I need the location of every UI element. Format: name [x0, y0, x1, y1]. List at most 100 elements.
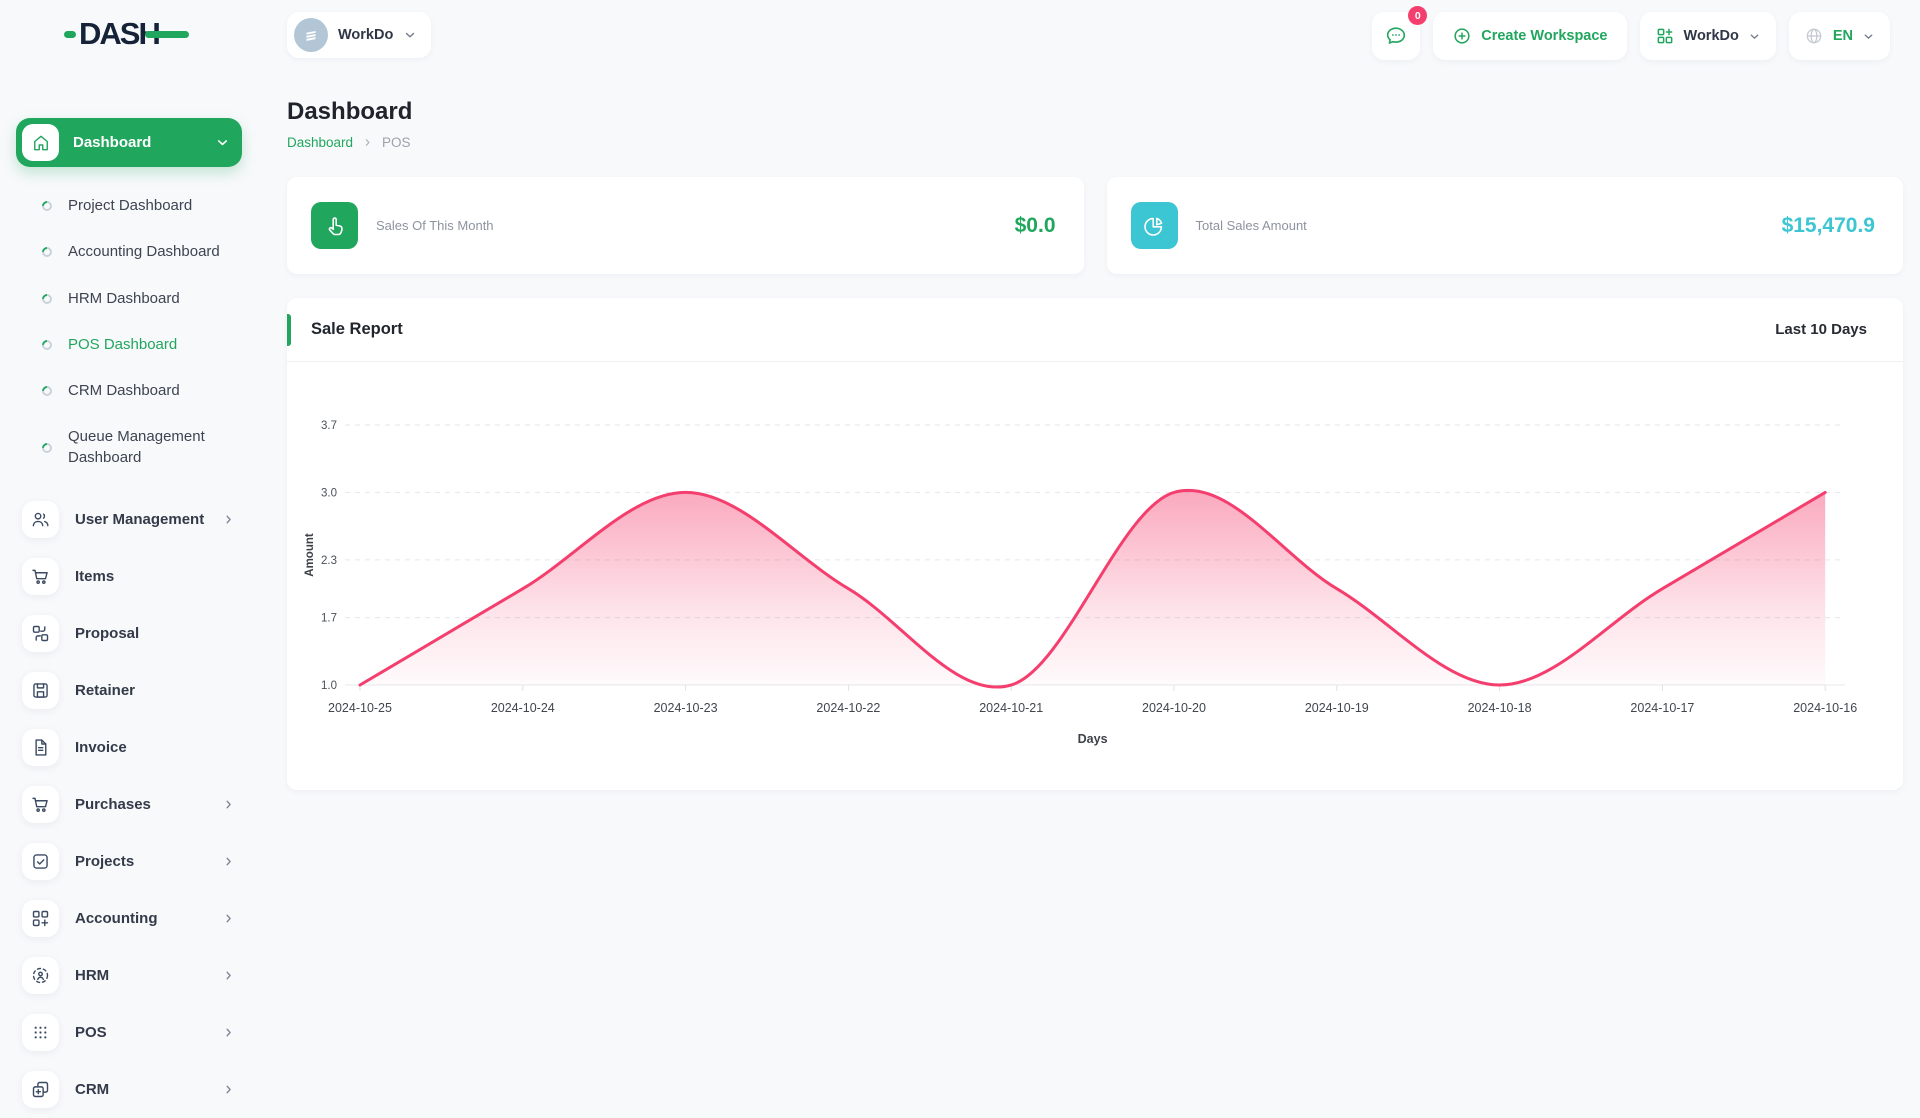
- sidebar-item-label: Items: [75, 568, 265, 585]
- retainer-icon: [22, 672, 59, 709]
- sidebar-subitem-hrm-dashboard[interactable]: HRM Dashboard: [16, 276, 265, 322]
- page-title: Dashboard: [287, 98, 1903, 126]
- language-label: EN: [1833, 28, 1853, 44]
- sidebar-item-projects[interactable]: Projects: [16, 833, 265, 890]
- sidebar-item-proposal[interactable]: Proposal: [16, 605, 265, 662]
- kpi-card-total-sales-amount: Total Sales Amount $15,470.9: [1107, 177, 1904, 274]
- kpi-label: Sales Of This Month: [376, 218, 494, 233]
- sidebar-subitem-accounting-dashboard[interactable]: Accounting Dashboard: [16, 229, 265, 275]
- home-icon: [22, 124, 59, 161]
- sidebar-subitem-project-dashboard[interactable]: Project Dashboard: [16, 183, 265, 229]
- sidebar-item-retainer[interactable]: Retainer: [16, 662, 265, 719]
- notification-badge: 0: [1408, 6, 1427, 25]
- building-icon: [301, 25, 321, 45]
- sidebar-subitem-label: Accounting Dashboard: [68, 242, 228, 262]
- sidebar-item-invoice[interactable]: Invoice: [16, 719, 265, 776]
- y-tick-label: 1.7: [321, 613, 337, 625]
- sidebar-subitem-pos-dashboard[interactable]: POS Dashboard: [16, 322, 265, 368]
- sidebar-subitem-label: CRM Dashboard: [68, 381, 228, 401]
- language-dropdown[interactable]: EN: [1789, 12, 1890, 60]
- sidebar-item-accounting[interactable]: Accounting: [16, 890, 265, 947]
- y-tick-label: 2.3: [321, 555, 337, 567]
- dashboard-submenu: Project Dashboard Accounting Dashboard HRM…: [16, 183, 265, 481]
- sidebar-item-label: Retainer: [75, 682, 265, 699]
- proposal-icon: [22, 615, 59, 652]
- chart-range-label: Last 10 Days: [1775, 321, 1867, 338]
- x-tick-label: 2024-10-22: [816, 701, 880, 715]
- chevron-right-icon: [222, 798, 235, 811]
- sidebar-subitem-queue-management-dashboard[interactable]: Queue Management Dashboard: [16, 414, 265, 481]
- workspace-switcher[interactable]: WorkDo: [287, 12, 431, 58]
- pie-chart-icon: [1131, 202, 1178, 249]
- workspace-avatar: [294, 18, 328, 52]
- kpi-value: $15,470.9: [1782, 214, 1875, 238]
- dots-grid-icon: [22, 1014, 59, 1051]
- sidebar-subitem-label: Queue Management Dashboard: [68, 427, 228, 468]
- workspace-name: WorkDo: [338, 27, 393, 43]
- y-tick-label: 1.0: [321, 680, 337, 692]
- chevron-down-icon: [215, 135, 230, 150]
- chevron-down-icon: [403, 28, 417, 42]
- x-tick-label: 2024-10-16: [1793, 701, 1857, 715]
- chevron-right-icon: [222, 855, 235, 868]
- sidebar: Dashboard Project Dashboard Accounting Da…: [0, 72, 265, 1080]
- donut-bullet-icon: [40, 440, 54, 454]
- card-accent-bar: [287, 314, 291, 346]
- invoice-icon: [22, 729, 59, 766]
- sidebar-item-label: User Management: [75, 511, 206, 528]
- y-tick-label: 3.7: [321, 420, 337, 432]
- y-axis-title: Amount: [304, 533, 316, 577]
- workspace-dropdown[interactable]: WorkDo: [1640, 12, 1776, 60]
- cart-icon: [22, 558, 59, 595]
- grid-plus-icon: [22, 900, 59, 937]
- plus-circle-icon: [1452, 26, 1472, 46]
- logo-dash-accent: [64, 31, 76, 38]
- sidebar-subitem-crm-dashboard[interactable]: CRM Dashboard: [16, 368, 265, 414]
- x-axis-title: Days: [1078, 732, 1108, 746]
- sidebar-item-items[interactable]: Items: [16, 548, 265, 605]
- globe-icon: [1804, 26, 1824, 46]
- chart-title: Sale Report: [311, 320, 403, 339]
- create-workspace-label: Create Workspace: [1481, 28, 1607, 44]
- breadcrumb-dashboard-link[interactable]: Dashboard: [287, 135, 353, 150]
- kpi-card-sales-of-this-month: Sales Of This Month $0.0: [287, 177, 1084, 274]
- y-tick-label: 3.0: [321, 487, 337, 499]
- x-tick-label: 2024-10-17: [1630, 701, 1694, 715]
- crm-icon: [22, 1071, 59, 1108]
- kpi-label: Total Sales Amount: [1196, 218, 1307, 233]
- sidebar-item-hrm[interactable]: HRM: [16, 947, 265, 1004]
- chevron-right-icon: [362, 137, 373, 148]
- sidebar-dashboard-label: Dashboard: [73, 134, 215, 151]
- sidebar-item-label: Projects: [75, 853, 206, 870]
- sale-report-chart[interactable]: 3.73.02.31.71.02024-10-252024-10-242024-…: [287, 362, 1903, 790]
- sidebar-item-crm[interactable]: CRM: [16, 1061, 265, 1118]
- chat-bubble-icon: [1384, 24, 1408, 48]
- workspace-dropdown-label: WorkDo: [1684, 28, 1739, 44]
- sidebar-subitem-label: Project Dashboard: [68, 196, 228, 216]
- messages-button[interactable]: 0: [1372, 12, 1420, 60]
- kpi-cards-row: Sales Of This Month $0.0 Total Sales Amo…: [287, 177, 1903, 274]
- cart-icon: [22, 786, 59, 823]
- sidebar-item-label: Invoice: [75, 739, 265, 756]
- chevron-down-icon: [1748, 30, 1761, 43]
- create-workspace-button[interactable]: Create Workspace: [1433, 12, 1626, 60]
- donut-bullet-icon: [40, 292, 54, 306]
- sidebar-item-dashboard[interactable]: Dashboard: [16, 118, 242, 167]
- x-tick-label: 2024-10-25: [328, 701, 392, 715]
- hand-pointer-icon: [311, 202, 358, 249]
- chevron-right-icon: [222, 912, 235, 925]
- sidebar-item-purchases[interactable]: Purchases: [16, 776, 265, 833]
- sidebar-item-user-management[interactable]: User Management: [16, 491, 265, 548]
- app-logo: DASH: [64, 16, 189, 52]
- chevron-right-icon: [222, 969, 235, 982]
- kpi-value: $0.0: [1015, 214, 1056, 238]
- top-bar: DASH WorkDo 0 Create Workspace WorkDo: [0, 0, 1920, 72]
- chevron-right-icon: [222, 1083, 235, 1096]
- logo-dash-accent-2: [145, 31, 189, 38]
- x-tick-label: 2024-10-20: [1142, 701, 1206, 715]
- breadcrumb-current: POS: [382, 135, 411, 150]
- sidebar-subitem-label: POS Dashboard: [68, 335, 228, 355]
- sidebar-item-label: CRM: [75, 1081, 206, 1098]
- sidebar-item-pos[interactable]: POS: [16, 1004, 265, 1061]
- x-tick-label: 2024-10-21: [979, 701, 1043, 715]
